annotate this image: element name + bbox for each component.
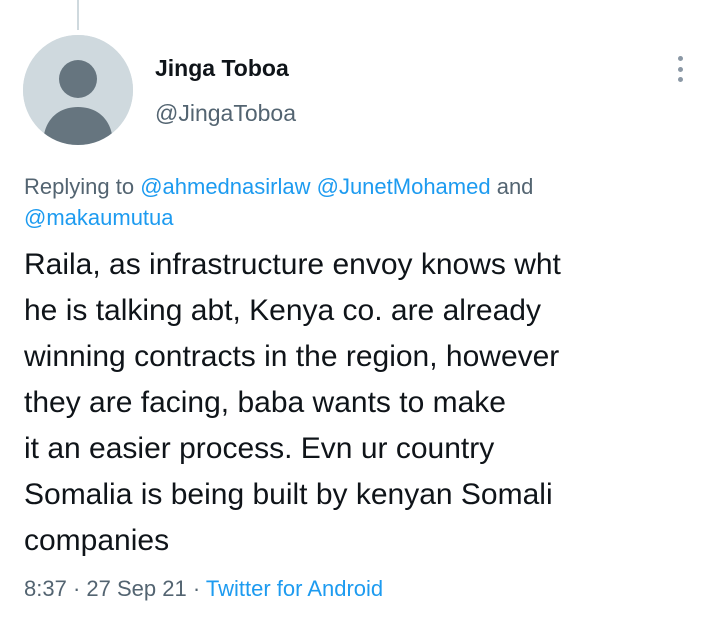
tweet-metadata: 8:37 · 27 Sep 21 · Twitter for Android [24, 576, 383, 602]
more-vertical-icon[interactable] [666, 52, 694, 86]
author-handle[interactable]: @JingaToboa [155, 100, 296, 127]
tweet-time[interactable]: 8:37 [24, 576, 67, 601]
avatar[interactable] [23, 35, 133, 145]
replying-to-conjunction: and [490, 174, 534, 199]
meta-separator: · [66, 576, 87, 601]
replying-to-prefix: Replying to [24, 174, 141, 199]
mention-link[interactable]: @ahmednasirlaw [140, 174, 310, 199]
mention-link[interactable]: @JunetMohamed [317, 174, 491, 199]
tweet-source-link[interactable]: Twitter for Android [206, 576, 383, 601]
meta-separator: · [186, 576, 206, 601]
tweet-date[interactable]: 27 Sep 21 [86, 576, 186, 601]
tweet-text: Raila, as infrastructure envoy knows wht… [24, 248, 561, 557]
replying-to: Replying to @ahmednasirlaw @JunetMohamed… [24, 171, 704, 233]
mention-link[interactable]: @makaumutua [24, 205, 174, 230]
thread-connector-line [77, 0, 79, 30]
author-display-name[interactable]: Jinga Toboa [155, 55, 289, 82]
default-avatar-icon [23, 35, 133, 145]
